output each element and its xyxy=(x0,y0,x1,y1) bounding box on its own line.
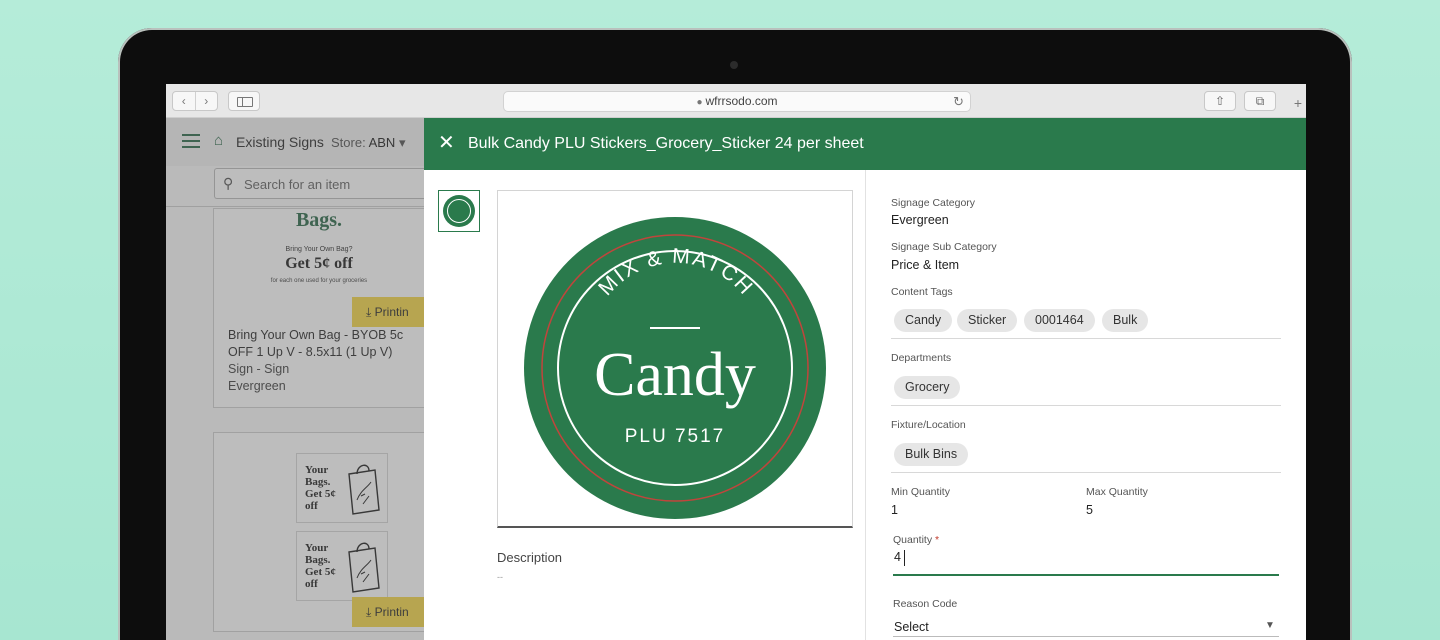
webcam xyxy=(730,61,738,69)
sidebar-toggle-icon[interactable] xyxy=(228,91,260,111)
content-tag-chip[interactable]: 0001464 xyxy=(1024,309,1095,332)
panel-divider xyxy=(865,170,866,640)
reason-code-underline xyxy=(893,636,1279,637)
signage-sub-category-value: Price & Item xyxy=(891,258,960,272)
content-tag-chip[interactable]: Sticker xyxy=(957,309,1018,332)
chevron-right-icon[interactable]: › xyxy=(196,92,218,110)
divider xyxy=(891,405,1281,406)
description-value: -- xyxy=(497,572,503,582)
address-bar[interactable]: ● wfrrsodo.com ↻ xyxy=(503,91,971,112)
sticker-graphic: MIX & MATCH Candy PLU 7517 xyxy=(524,217,826,519)
share-icon[interactable]: ⇧ xyxy=(1204,91,1236,111)
modal-header: ✕ Bulk Candy PLU Stickers_Grocery_Sticke… xyxy=(424,118,1306,170)
chevron-down-icon[interactable]: ▼ xyxy=(1265,620,1275,631)
tabs-icon[interactable]: ⧉ xyxy=(1244,91,1276,111)
min-quantity-label: Min Quantity xyxy=(891,486,950,498)
fixture-chip[interactable]: Bulk Bins xyxy=(894,443,969,466)
close-icon[interactable]: ✕ xyxy=(438,132,455,154)
text-cursor xyxy=(904,550,905,566)
sticker-thumbnail[interactable] xyxy=(438,190,480,232)
reason-code-select[interactable]: Select xyxy=(894,620,929,634)
content-tags-label: Content Tags xyxy=(891,286,953,298)
fixture-location-label: Fixture/Location xyxy=(891,419,966,431)
quantity-label: Quantity * xyxy=(893,534,939,546)
browser-toolbar: ‹ › ● wfrrsodo.com ↻ ⇧ ⧉ + xyxy=(166,84,1306,118)
lock-icon: ● xyxy=(696,97,703,108)
signage-category-value: Evergreen xyxy=(891,213,949,227)
max-quantity-label: Max Quantity xyxy=(1086,486,1148,498)
signage-category-label: Signage Category xyxy=(891,197,976,209)
screen: ‹ › ● wfrrsodo.com ↻ ⇧ ⧉ + ⌂ Existing Sig… xyxy=(166,84,1306,640)
divider xyxy=(891,338,1281,339)
sticker-main-text: Candy xyxy=(594,341,756,409)
content-tag-chip[interactable]: Candy xyxy=(894,309,953,332)
quantity-input-underline xyxy=(893,574,1279,576)
sticker-preview: MIX & MATCH Candy PLU 7517 xyxy=(497,190,853,528)
reload-icon[interactable]: ↻ xyxy=(953,92,964,111)
sign-detail-modal: ✕ Bulk Candy PLU Stickers_Grocery_Sticke… xyxy=(424,118,1306,640)
chevron-left-icon[interactable]: ‹ xyxy=(173,92,196,110)
quantity-input[interactable]: 4 xyxy=(894,550,901,564)
quantity-label-text: Quantity xyxy=(893,534,933,546)
description-label: Description xyxy=(497,550,563,565)
nav-buttons: ‹ › xyxy=(172,91,218,111)
max-quantity-value: 5 xyxy=(1086,503,1093,517)
content-tag-chip[interactable]: Bulk xyxy=(1102,309,1149,332)
modal-backdrop[interactable] xyxy=(166,118,424,640)
divider xyxy=(891,472,1281,473)
reason-code-label: Reason Code xyxy=(893,598,958,610)
department-chip[interactable]: Grocery xyxy=(894,376,961,399)
min-quantity-value: 1 xyxy=(891,503,898,517)
departments-label: Departments xyxy=(891,352,952,364)
url-text: wfrrsodo.com xyxy=(705,94,778,108)
signage-sub-category-label: Signage Sub Category xyxy=(891,241,997,253)
required-mark: * xyxy=(935,534,940,546)
modal-title: Bulk Candy PLU Stickers_Grocery_Sticker … xyxy=(468,135,864,152)
new-tab-icon[interactable]: + xyxy=(1294,95,1302,111)
sticker-plu-text: PLU 7517 xyxy=(625,426,726,447)
